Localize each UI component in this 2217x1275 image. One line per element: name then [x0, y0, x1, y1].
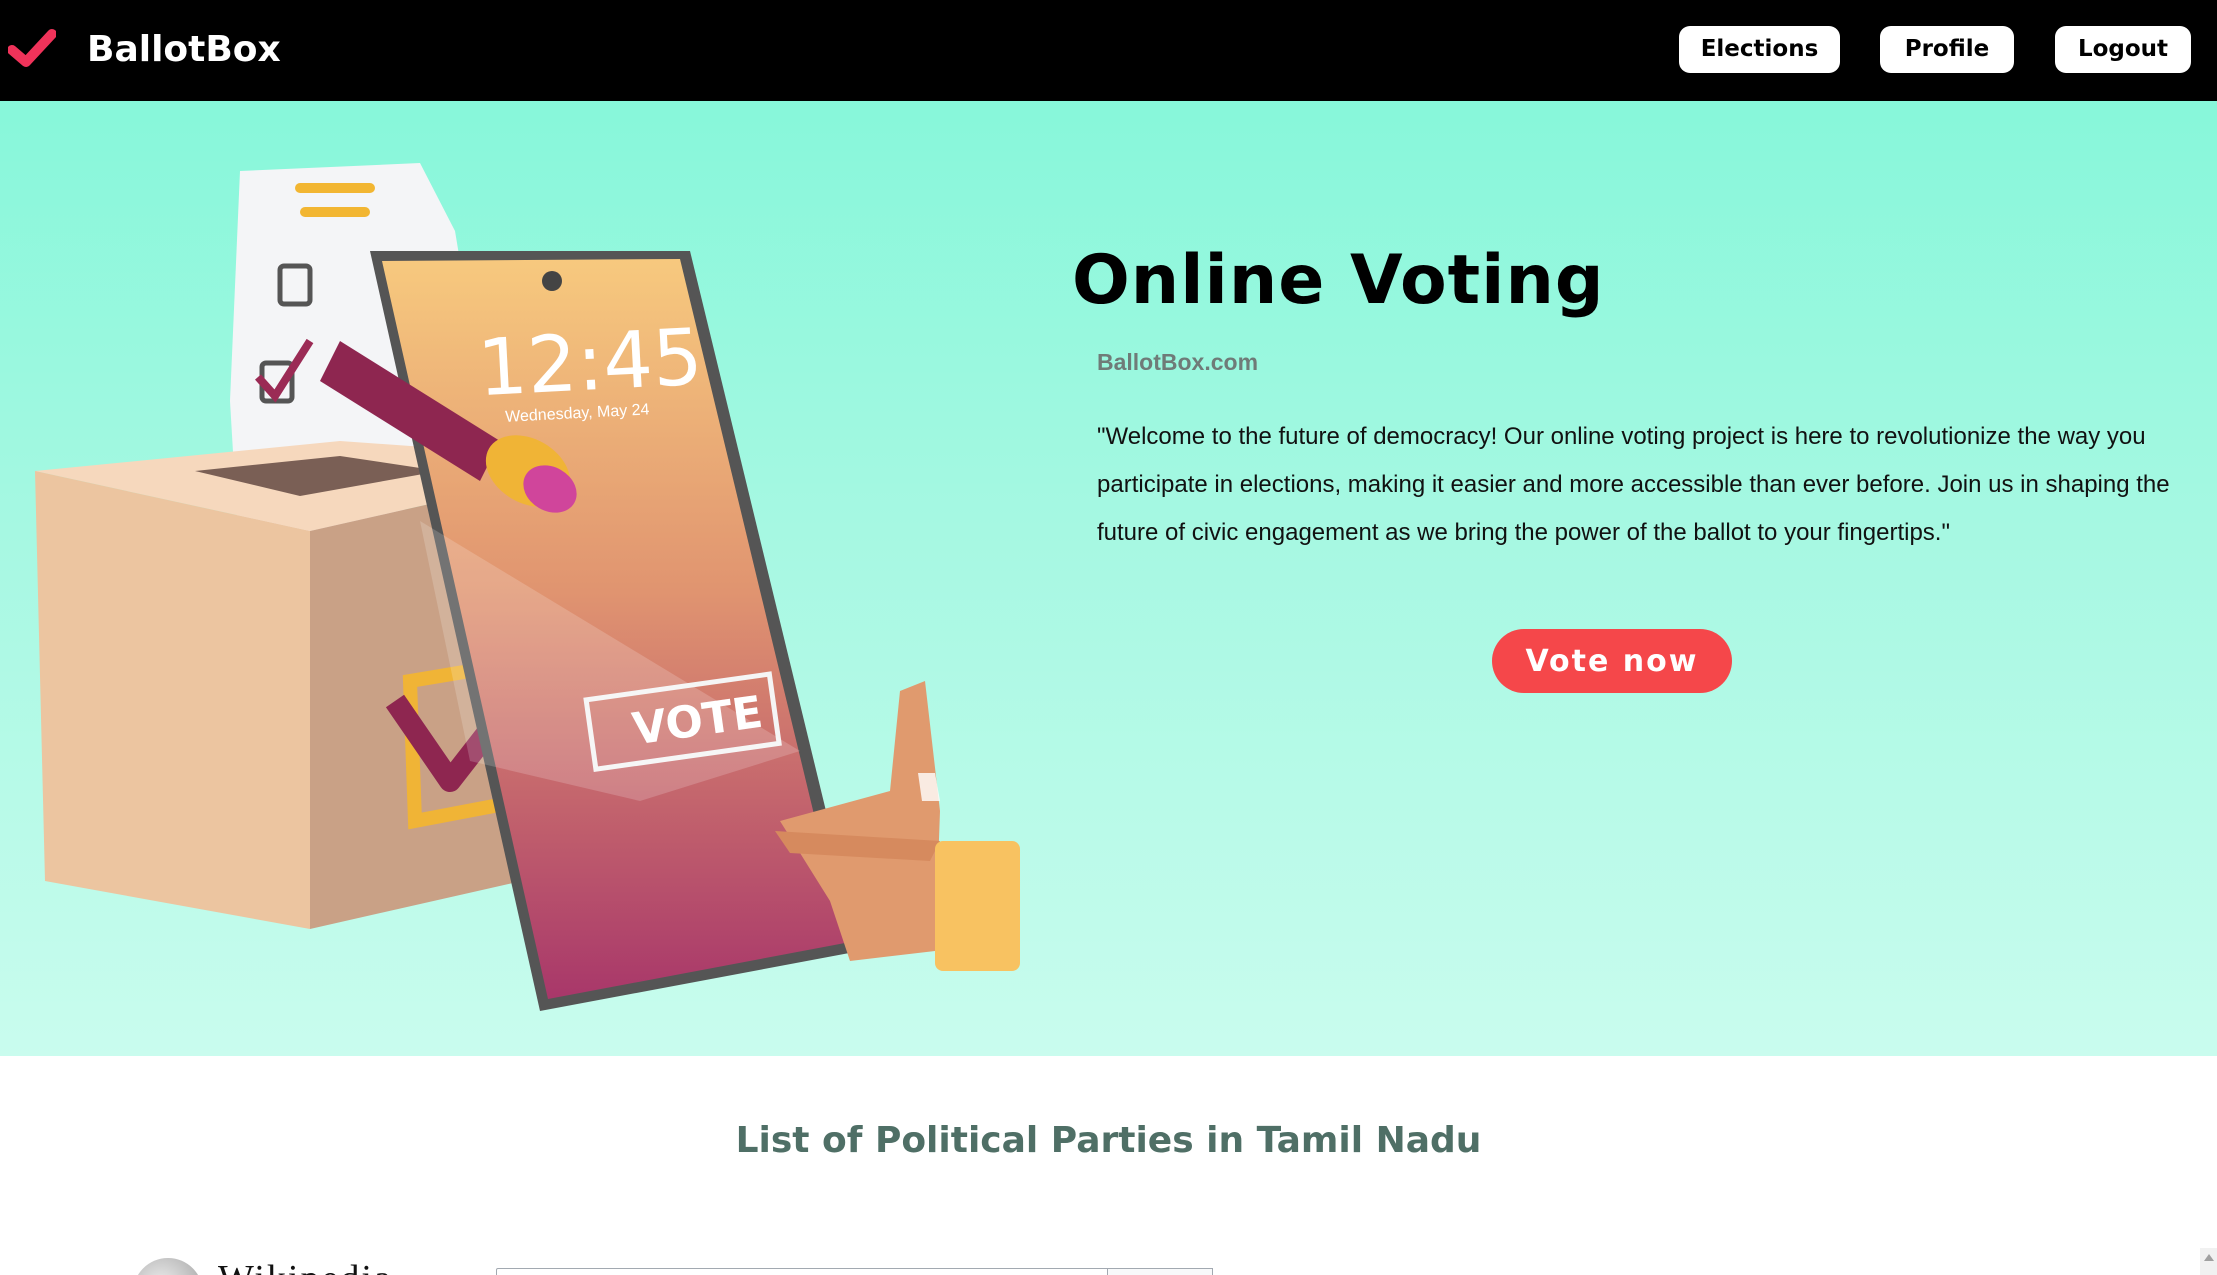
wikipedia-search-button[interactable] [1107, 1268, 1213, 1275]
checkmark-icon [8, 29, 56, 67]
hero-description: "Welcome to the future of democracy! Our… [1097, 423, 2170, 546]
hero-section: 12:45 Wednesday, May 24 VOTE Online Voti… [0, 101, 2217, 1056]
brand[interactable]: BallotBox [8, 26, 281, 74]
phone-time: 12:45 [475, 313, 704, 415]
navbar: BallotBox Elections Profile Logout [0, 0, 2217, 101]
hero-title: Online Voting [1072, 241, 1605, 320]
brand-name: BallotBox [87, 29, 281, 70]
site-name: BallotBox.com [1097, 349, 1259, 375]
wikipedia-search-input[interactable] [496, 1268, 1110, 1275]
wikipedia-embed[interactable]: Wikipedia [0, 1250, 2217, 1275]
vote-now-button[interactable]: Vote now [1492, 629, 1732, 693]
profile-button[interactable]: Profile [1880, 26, 2014, 73]
voting-illustration: 12:45 Wednesday, May 24 VOTE [35, 163, 1020, 1011]
logout-button[interactable]: Logout [2055, 26, 2191, 73]
parties-section-title: List of Political Parties in Tamil Nadu [735, 1120, 1482, 1161]
scroll-up-arrow-icon [2203, 1254, 2214, 1261]
wikipedia-wordmark: Wikipedia [218, 1257, 393, 1275]
wikipedia-globe-icon [133, 1258, 203, 1275]
scrollbar-up-arrow[interactable] [2200, 1248, 2217, 1275]
elections-button[interactable]: Elections [1679, 26, 1840, 73]
